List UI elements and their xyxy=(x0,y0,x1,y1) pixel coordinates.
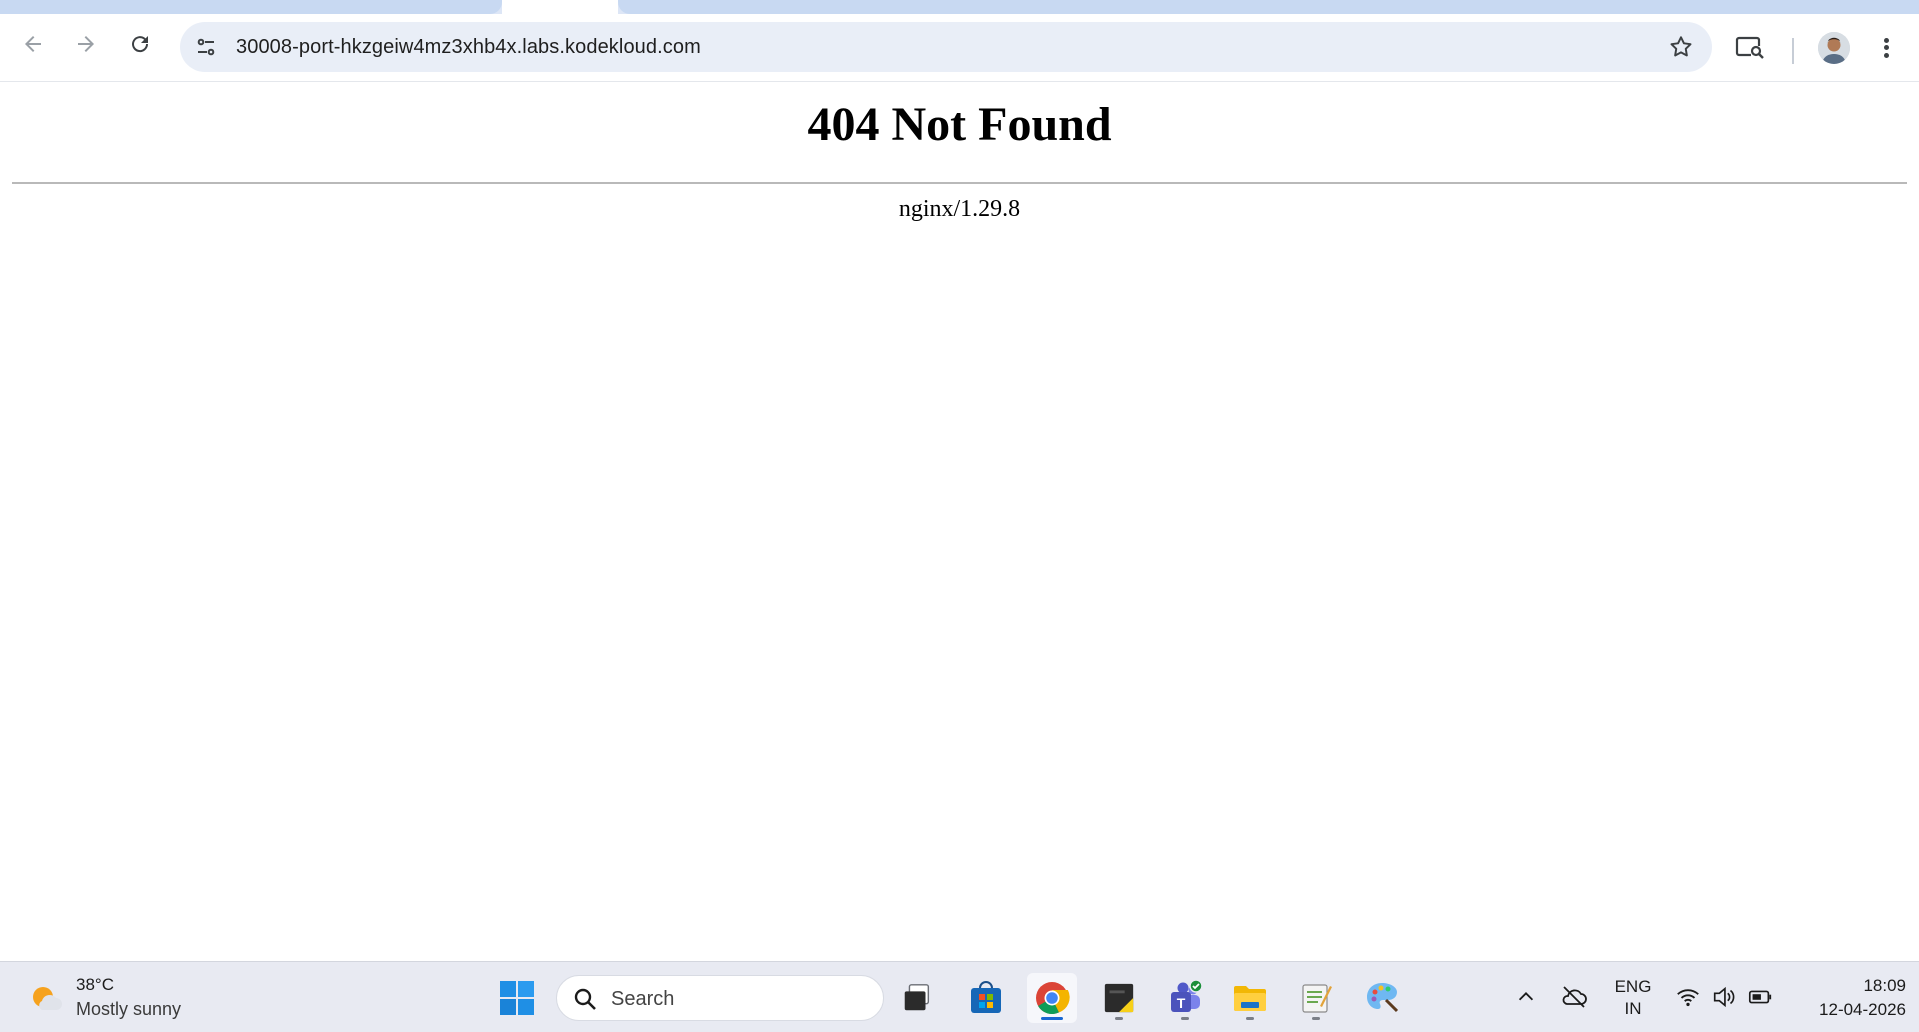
file-explorer-button[interactable] xyxy=(1225,973,1275,1023)
active-indicator xyxy=(1041,1017,1063,1020)
inactive-tab-right[interactable] xyxy=(618,0,1919,14)
back-button[interactable] xyxy=(15,26,51,62)
paint-palette-icon xyxy=(1367,983,1399,1013)
reload-icon xyxy=(132,36,149,53)
task-view-button[interactable] xyxy=(892,973,942,1023)
address-bar[interactable]: 30008-port-hkzgeiw4mz3xhb4x.labs.kodeklo… xyxy=(180,22,1712,72)
clock-time: 18:09 xyxy=(1863,976,1906,995)
region-code: IN xyxy=(1624,999,1642,1018)
reload-button[interactable] xyxy=(122,26,158,62)
language-indicator[interactable]: ENG IN xyxy=(1608,976,1658,1020)
page-content: 404 Not Found nginx/1.29.8 xyxy=(0,83,1919,961)
taskbar-search[interactable]: Search xyxy=(556,975,884,1021)
paint-button[interactable] xyxy=(1357,973,1407,1023)
weather-temperature[interactable]: 38°C xyxy=(76,975,114,995)
clock-date: 12-04-2026 xyxy=(1819,1000,1906,1019)
kebab-menu-icon[interactable] xyxy=(1874,34,1898,62)
show-hidden-icons-chevron-icon[interactable] xyxy=(1512,983,1540,1011)
running-indicator xyxy=(1181,1017,1189,1020)
horizontal-rule xyxy=(12,182,1907,184)
teams-button[interactable]: T xyxy=(1160,973,1210,1023)
browser-toolbar: 30008-port-hkzgeiw4mz3xhb4x.labs.kodeklo… xyxy=(0,14,1919,82)
weather-condition[interactable]: Mostly sunny xyxy=(76,999,181,1020)
profile-avatar[interactable] xyxy=(1818,32,1850,64)
system-clock[interactable]: 18:09 12-04-2026 xyxy=(1786,974,1906,1022)
tab-strip xyxy=(0,0,1919,14)
cloud-offline-icon[interactable] xyxy=(1560,983,1588,1011)
microsoft-store-button[interactable] xyxy=(961,973,1011,1023)
bookmark-star-icon[interactable] xyxy=(1668,34,1694,60)
battery-icon[interactable] xyxy=(1746,983,1774,1011)
volume-icon[interactable] xyxy=(1710,983,1738,1011)
inactive-tab-left[interactable] xyxy=(0,0,502,14)
search-icon xyxy=(574,988,596,1010)
weather-sun-icon[interactable] xyxy=(28,980,64,1016)
taskbar: 38°C Mostly sunny Search T ENG IN 18:09 … xyxy=(0,961,1919,1032)
active-tab[interactable] xyxy=(502,0,618,14)
chrome-taskbar-button[interactable] xyxy=(1027,973,1077,1023)
svg-text:T: T xyxy=(1177,995,1186,1011)
cast-search-icon[interactable] xyxy=(1734,34,1766,62)
teams-icon: T xyxy=(1171,980,1203,1012)
sticky-notes-button[interactable] xyxy=(1094,973,1144,1023)
forward-button[interactable] xyxy=(68,26,104,62)
folder-icon xyxy=(1234,986,1266,1011)
running-indicator xyxy=(1246,1017,1254,1020)
notepad-icon xyxy=(1302,984,1332,1013)
task-view-icon xyxy=(904,984,930,1011)
toolbar-divider xyxy=(1792,38,1794,64)
windows-logo-icon xyxy=(500,981,534,1015)
server-signature: nginx/1.29.8 xyxy=(898,196,1021,222)
site-info-icon[interactable] xyxy=(192,33,220,61)
search-label: Search xyxy=(611,988,675,1010)
notepad-app-button[interactable] xyxy=(1291,973,1341,1023)
forward-arrow-icon xyxy=(78,36,94,52)
chrome-icon xyxy=(1036,982,1070,1015)
page-title: 404 Not Found xyxy=(807,98,1112,151)
back-arrow-icon xyxy=(25,36,41,52)
start-button[interactable] xyxy=(492,973,542,1023)
sticky-notes-icon xyxy=(1104,983,1134,1013)
wifi-icon[interactable] xyxy=(1674,983,1702,1011)
running-indicator xyxy=(1115,1017,1123,1020)
running-indicator xyxy=(1312,1017,1320,1020)
store-icon xyxy=(971,981,1001,1013)
url-text[interactable]: 30008-port-hkzgeiw4mz3xhb4x.labs.kodeklo… xyxy=(236,36,701,59)
language-code: ENG xyxy=(1614,977,1652,996)
